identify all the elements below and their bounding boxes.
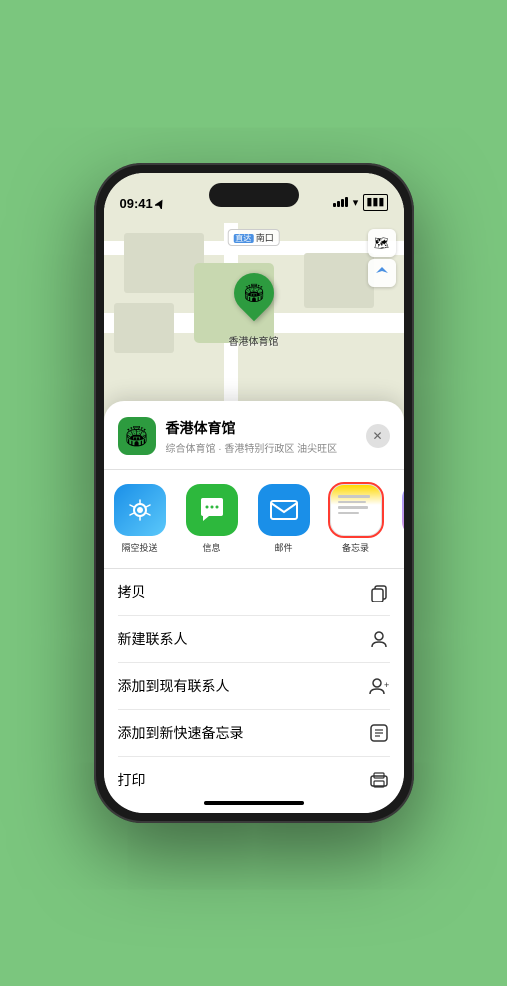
bottom-sheet: 🏟 香港体育馆 综合体育馆 · 香港特别行政区 油尖旺区 ✕ bbox=[104, 401, 404, 813]
messages-icon bbox=[197, 496, 227, 524]
messages-label: 信息 bbox=[202, 541, 220, 554]
share-item-airdrop[interactable]: 隔空投送 bbox=[104, 484, 176, 554]
share-item-more[interactable]: 更多 bbox=[392, 484, 404, 554]
new-contact-label: 新建联系人 bbox=[118, 629, 188, 649]
share-item-mail[interactable]: 邮件 bbox=[248, 484, 320, 554]
home-indicator bbox=[204, 801, 304, 805]
stadium-pin: 🏟 香港体育馆 bbox=[229, 273, 279, 348]
copy-icon bbox=[368, 581, 390, 603]
new-contact-icon bbox=[368, 628, 390, 650]
action-new-contact[interactable]: 新建联系人 bbox=[118, 616, 390, 663]
add-notes-label: 添加到新快速备忘录 bbox=[118, 723, 244, 743]
map-block-3 bbox=[304, 253, 374, 308]
airdrop-label: 隔空投送 bbox=[121, 541, 157, 554]
notes-icon-wrap bbox=[330, 484, 382, 536]
phone-frame: 09:41 ▾ ▮▮▮ bbox=[94, 163, 414, 823]
phone-screen: 09:41 ▾ ▮▮▮ bbox=[104, 173, 404, 813]
print-label: 打印 bbox=[118, 770, 146, 790]
messages-icon-wrap bbox=[186, 484, 238, 536]
share-item-messages[interactable]: 信息 bbox=[176, 484, 248, 554]
map-controls: 🗺 bbox=[368, 229, 396, 287]
map-type-button[interactable]: 🗺 bbox=[368, 229, 396, 257]
status-icons: ▾ ▮▮▮ bbox=[333, 194, 388, 211]
location-header: 🏟 香港体育馆 综合体育馆 · 香港特别行政区 油尖旺区 ✕ bbox=[104, 417, 404, 470]
map-block-2 bbox=[114, 303, 174, 353]
action-add-existing[interactable]: 添加到现有联系人 + bbox=[118, 663, 390, 710]
venue-icon: 🏟 bbox=[118, 417, 156, 455]
notes-lines bbox=[331, 485, 381, 521]
close-icon: ✕ bbox=[372, 429, 382, 443]
copy-label: 拷贝 bbox=[118, 582, 146, 602]
action-add-notes[interactable]: 添加到新快速备忘录 bbox=[118, 710, 390, 757]
map-block-1 bbox=[124, 233, 204, 293]
location-button[interactable] bbox=[368, 259, 396, 287]
location-arrow-icon bbox=[155, 199, 165, 209]
venue-name: 香港体育馆 bbox=[166, 418, 356, 438]
dynamic-island bbox=[209, 183, 299, 207]
airdrop-icon bbox=[126, 496, 154, 524]
print-icon bbox=[368, 769, 390, 791]
notes-label: 备忘录 bbox=[342, 541, 369, 554]
mail-icon bbox=[269, 497, 299, 523]
share-row: 隔空投送 信息 bbox=[104, 470, 404, 569]
wifi-icon: ▾ bbox=[353, 196, 359, 209]
status-time: 09:41 bbox=[120, 196, 165, 211]
action-print[interactable]: 打印 bbox=[118, 757, 390, 795]
more-icon-wrap bbox=[402, 484, 404, 536]
close-button[interactable]: ✕ bbox=[366, 424, 390, 448]
add-existing-label: 添加到现有联系人 bbox=[118, 676, 230, 696]
action-list: 拷贝 新建联系人 bbox=[104, 569, 404, 795]
stadium-emoji: 🏟 bbox=[242, 284, 265, 302]
mail-icon-wrap bbox=[258, 484, 310, 536]
battery-icon: ▮▮▮ bbox=[363, 194, 387, 211]
location-arrow-map-icon bbox=[375, 266, 389, 280]
signal-bars bbox=[333, 197, 348, 207]
action-copy[interactable]: 拷贝 bbox=[118, 569, 390, 616]
share-item-notes[interactable]: 备忘录 bbox=[320, 484, 392, 554]
svg-text:+: + bbox=[384, 680, 389, 690]
venue-subtitle: 综合体育馆 · 香港特别行政区 油尖旺区 bbox=[166, 440, 356, 455]
location-info: 香港体育馆 综合体育馆 · 香港特别行政区 油尖旺区 bbox=[166, 418, 356, 455]
venue-pin-label: 香港体育馆 bbox=[229, 333, 279, 348]
time-display: 09:41 bbox=[120, 196, 153, 211]
map-entrance-label: 直达 南口 bbox=[227, 229, 280, 246]
mail-label: 邮件 bbox=[274, 541, 292, 554]
add-notes-icon bbox=[368, 722, 390, 744]
add-existing-icon: + bbox=[368, 675, 390, 697]
map-type-icon: 🗺 bbox=[374, 236, 389, 250]
airdrop-icon-wrap bbox=[114, 484, 166, 536]
entrance-text: 南口 bbox=[256, 233, 274, 243]
